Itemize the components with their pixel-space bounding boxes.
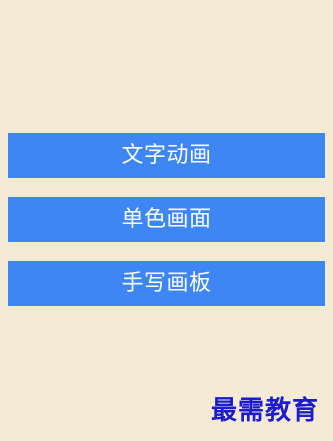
app-screen: 文字动画 单色画面 手写画板 最需教育 <box>0 0 333 441</box>
brand-watermark: 最需教育 <box>211 396 320 426</box>
text-animation-button[interactable]: 文字动画 <box>8 133 325 178</box>
solid-color-screen-button[interactable]: 单色画面 <box>8 197 325 242</box>
handwriting-board-button[interactable]: 手写画板 <box>8 261 325 306</box>
